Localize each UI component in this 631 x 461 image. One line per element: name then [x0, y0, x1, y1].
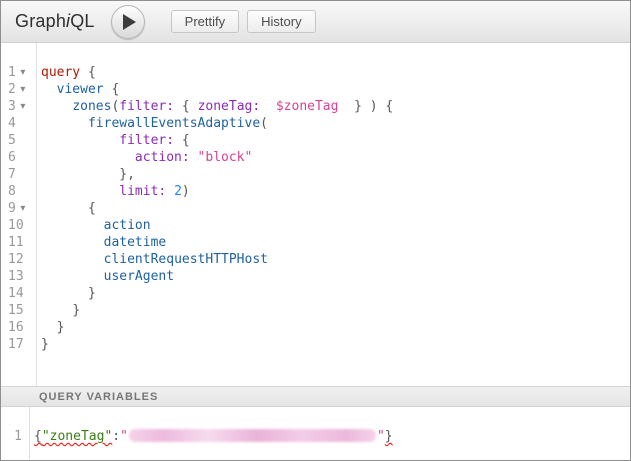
- line-number: 13: [1, 268, 36, 285]
- execute-query-button[interactable]: [111, 5, 145, 39]
- play-icon: [123, 14, 136, 30]
- line-number: 17: [1, 336, 36, 353]
- redacted-value: [129, 429, 376, 442]
- variables-title: QUERY VARIABLES: [39, 391, 158, 403]
- line-number: 11: [1, 234, 36, 251]
- line-number: 10: [1, 217, 36, 234]
- line-number: 2▾: [1, 81, 36, 98]
- variables-editor-code[interactable]: {"zoneTag":""}: [30, 407, 630, 460]
- code-line[interactable]: },: [41, 166, 630, 183]
- code-line[interactable]: filter: {: [41, 132, 630, 149]
- fold-arrow-icon[interactable]: ▾: [16, 64, 30, 81]
- line-number: 1▾: [1, 64, 36, 81]
- line-number: 15: [1, 302, 36, 319]
- code-line[interactable]: limit: 2): [41, 183, 630, 200]
- code-line[interactable]: {: [41, 200, 630, 217]
- prettify-button[interactable]: Prettify: [171, 10, 239, 33]
- app-title-graph: Graph: [15, 11, 66, 31]
- graphiql-window: GraphiQL Prettify History 1▾2▾3▾456789▾1…: [0, 0, 631, 461]
- code-line[interactable]: firewallEventsAdaptive(: [41, 115, 630, 132]
- code-line[interactable]: {"zoneTag":""}: [34, 428, 630, 445]
- query-editor-code[interactable]: query { viewer { zones(filter: { zoneTag…: [37, 43, 630, 386]
- code-line[interactable]: }: [41, 319, 630, 336]
- variables-editor[interactable]: 1 {"zoneTag":""}: [1, 407, 630, 460]
- code-line[interactable]: userAgent: [41, 268, 630, 285]
- code-line[interactable]: }: [41, 302, 630, 319]
- code-line[interactable]: }: [41, 285, 630, 302]
- query-editor[interactable]: 1▾2▾3▾456789▾1011121314151617 query { vi…: [1, 43, 630, 386]
- code-line[interactable]: zones(filter: { zoneTag: $zoneTag } ) {: [41, 98, 630, 115]
- line-number: 1: [1, 428, 29, 445]
- line-number: 9▾: [1, 200, 36, 217]
- code-line[interactable]: clientRequestHTTPHost: [41, 251, 630, 268]
- app-title: GraphiQL: [15, 11, 95, 32]
- code-line[interactable]: }: [41, 336, 630, 353]
- line-number: 8: [1, 183, 36, 200]
- line-number: 7: [1, 166, 36, 183]
- fold-arrow-icon[interactable]: ▾: [16, 98, 30, 115]
- line-number: 4: [1, 115, 36, 132]
- code-line[interactable]: viewer {: [41, 81, 630, 98]
- line-number: 3▾: [1, 98, 36, 115]
- code-line[interactable]: action: [41, 217, 630, 234]
- app-title-ql: QL: [70, 11, 94, 31]
- top-bar: GraphiQL Prettify History: [1, 1, 630, 43]
- line-number: 12: [1, 251, 36, 268]
- line-number: 16: [1, 319, 36, 336]
- variables-editor-gutter: 1: [1, 407, 30, 460]
- variables-title-bar[interactable]: QUERY VARIABLES: [1, 386, 630, 407]
- line-number: 6: [1, 149, 36, 166]
- fold-arrow-icon[interactable]: ▾: [16, 81, 30, 98]
- code-line[interactable]: action: "block": [41, 149, 630, 166]
- query-editor-gutter: 1▾2▾3▾456789▾1011121314151617: [1, 43, 37, 386]
- line-number: 5: [1, 132, 36, 149]
- fold-arrow-icon[interactable]: ▾: [16, 200, 30, 217]
- line-number: 14: [1, 285, 36, 302]
- code-line[interactable]: datetime: [41, 234, 630, 251]
- history-button[interactable]: History: [247, 10, 315, 33]
- code-line[interactable]: query {: [41, 64, 630, 81]
